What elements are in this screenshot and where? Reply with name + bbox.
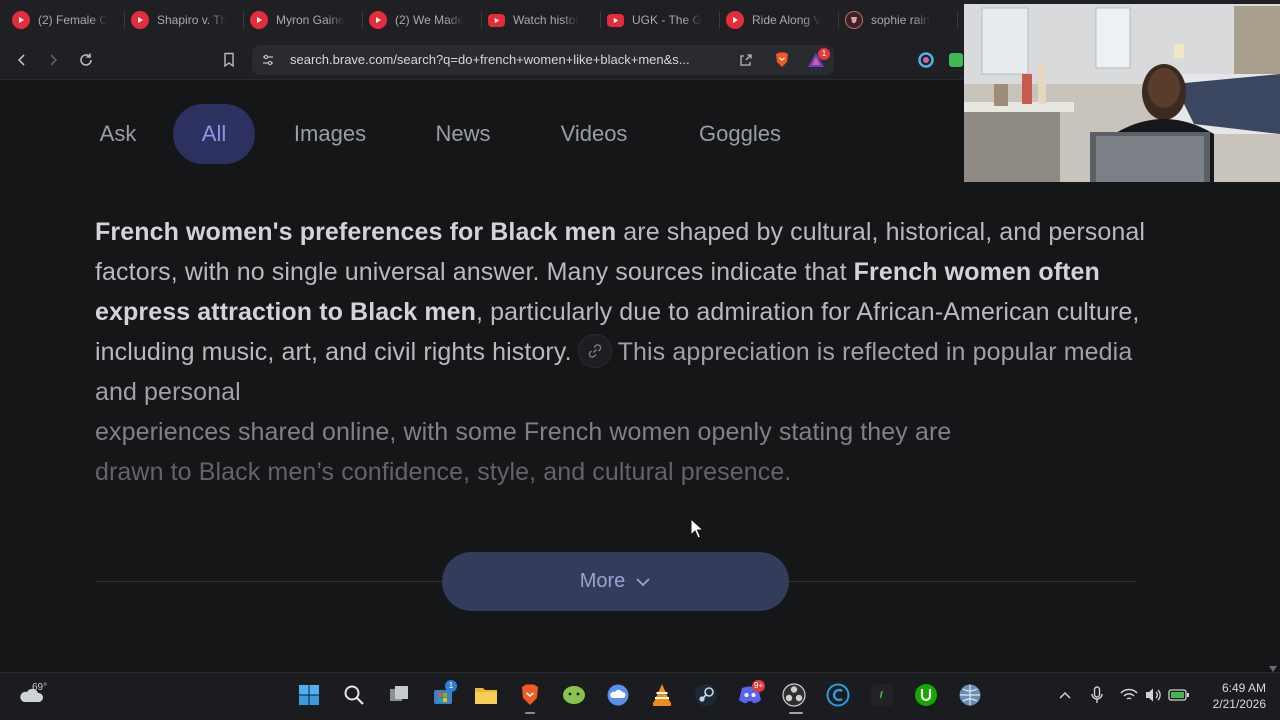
discord-badge: 9+: [752, 680, 766, 692]
browser-tab[interactable]: Myron Gaine: [244, 0, 363, 40]
tab-title: (2) We Made: [395, 13, 465, 27]
clock-date: 2/21/2026: [1212, 697, 1266, 711]
tab-goggles[interactable]: Goggles: [683, 104, 797, 164]
youtube-circle-icon: [369, 11, 387, 29]
back-icon[interactable]: [12, 50, 32, 70]
browser-tab[interactable]: Ride Along V: [720, 0, 839, 40]
link-icon: [588, 344, 601, 359]
more-button-label: More: [579, 570, 626, 592]
tab-title: Shapiro v. Th: [157, 13, 228, 27]
tab-title: Ride Along V: [752, 13, 822, 27]
browser-tab[interactable]: Watch histor: [482, 0, 601, 40]
more-button[interactable]: More: [442, 552, 789, 611]
cloud-app-icon[interactable]: [605, 682, 631, 708]
task-view-icon[interactable]: [386, 682, 412, 708]
bookmark-icon[interactable]: [219, 50, 239, 70]
microphone-icon[interactable]: [1084, 682, 1110, 708]
brave-icon: [845, 11, 863, 29]
tab-news[interactable]: News: [421, 104, 505, 164]
share-icon[interactable]: [736, 50, 756, 70]
tab-videos[interactable]: Videos: [545, 104, 643, 164]
steam-icon[interactable]: [693, 682, 719, 708]
wifi-icon[interactable]: [1116, 682, 1142, 708]
youtube-icon: [488, 13, 505, 27]
youtube-circle-icon: [12, 11, 30, 29]
answer-highlight: French women's preferences for Black men: [95, 218, 617, 246]
extension-green-icon[interactable]: [946, 50, 966, 70]
youtube-icon: [607, 13, 624, 27]
speaker-icon[interactable]: [1140, 682, 1166, 708]
brave-icon[interactable]: [517, 682, 543, 708]
search-icon[interactable]: [341, 682, 367, 708]
browser-tab[interactable]: UGK - The G: [601, 0, 720, 40]
chevron-up-icon[interactable]: [1052, 682, 1078, 708]
browser-tab[interactable]: (2) Female C: [6, 0, 125, 40]
browser-tab[interactable]: Shapiro v. Th: [125, 0, 244, 40]
tab-title: Myron Gaine: [276, 13, 345, 27]
youtube-circle-icon: [726, 11, 744, 29]
reload-icon[interactable]: [76, 50, 96, 70]
battery-icon[interactable]: [1166, 682, 1192, 708]
screen: (2) Female C Shapiro v. Th Myron Gaine (…: [0, 0, 1280, 720]
tab-images[interactable]: Images: [279, 104, 381, 164]
tab-title: UGK - The G: [632, 13, 702, 27]
file-explorer-icon[interactable]: [473, 682, 499, 708]
rewards-badge: 1: [818, 48, 830, 60]
obs-icon[interactable]: [781, 682, 807, 708]
taskbar-clock[interactable]: 6:49 AM 2/21/2026: [1196, 680, 1266, 712]
tab-all[interactable]: All: [173, 104, 255, 164]
site-settings-icon[interactable]: [258, 50, 278, 70]
citation-link-button[interactable]: [577, 334, 612, 369]
terminal-icon[interactable]: [869, 682, 895, 708]
youtube-circle-icon: [250, 11, 268, 29]
clock-time: 6:49 AM: [1221, 681, 1266, 695]
forward-icon[interactable]: [43, 50, 63, 70]
android-icon[interactable]: [561, 682, 587, 708]
youtube-circle-icon: [131, 11, 149, 29]
active-indicator: [525, 712, 535, 714]
ccleaner-icon[interactable]: [825, 682, 851, 708]
tab-title: (2) Female C: [38, 13, 109, 27]
url-text[interactable]: search.brave.com/search?q=do+french+wome…: [290, 52, 690, 67]
chevron-down-icon: [635, 570, 651, 593]
tab-title: Watch histor: [513, 13, 580, 27]
brave-shields-icon[interactable]: [772, 50, 792, 70]
weather-temp: 69°: [32, 682, 48, 693]
browser-tab[interactable]: sophie rain: [839, 0, 958, 40]
browser-globe-icon[interactable]: [957, 682, 983, 708]
answer-text: drawn to Black men’s confidence, style, …: [95, 458, 792, 487]
windows-start-icon[interactable]: [296, 682, 322, 708]
tab-ask[interactable]: Ask: [87, 104, 149, 164]
browser-tab[interactable]: (2) We Made: [363, 0, 482, 40]
store-badge: 1: [445, 680, 457, 692]
active-indicator: [789, 712, 803, 714]
upwork-icon[interactable]: [913, 682, 939, 708]
extension-icon[interactable]: [916, 50, 936, 70]
ai-answer: French women's preferences for Black men…: [95, 212, 1155, 492]
vlc-icon[interactable]: [649, 682, 675, 708]
tab-title: sophie rain: [871, 13, 930, 27]
answer-text: experiences shared online, with some Fre…: [95, 418, 952, 447]
mouse-cursor-icon: [690, 517, 705, 545]
webcam-overlay: [964, 4, 1280, 182]
